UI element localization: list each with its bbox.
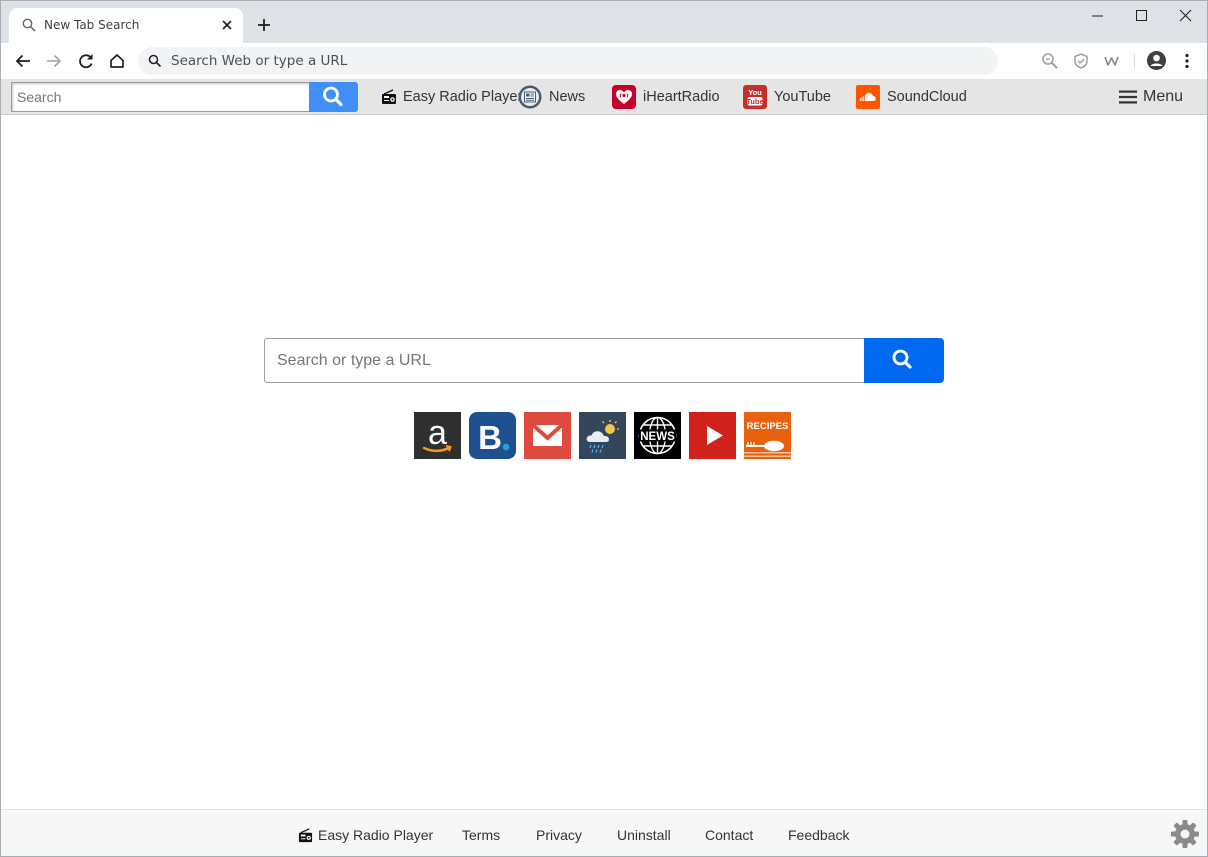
svg-text:You: You — [748, 88, 762, 97]
toolbar-menu-button[interactable]: Menu — [1119, 85, 1183, 109]
settings-gear-icon[interactable] — [1169, 818, 1201, 850]
footer-link-terms[interactable]: Terms — [462, 827, 500, 843]
footer-link-contact[interactable]: Contact — [705, 827, 753, 843]
search-icon — [892, 349, 912, 369]
toolbar-search-box — [11, 82, 310, 112]
toolbar-search-input[interactable] — [12, 83, 309, 111]
browser-window: New Tab Search Search Web or type a URL — [0, 0, 1208, 857]
svg-text:B: B — [478, 419, 502, 456]
toolbar-search-button[interactable] — [309, 82, 358, 112]
tile-weather[interactable] — [579, 412, 626, 459]
mail-icon — [524, 412, 571, 459]
zoom-extension-icon[interactable] — [1041, 52, 1059, 70]
main-search-input[interactable] — [265, 339, 865, 382]
menu-label: Menu — [1143, 88, 1184, 105]
footer-link-feedback[interactable]: Feedback — [788, 827, 849, 843]
tab-strip: New Tab Search — [1, 1, 1207, 43]
toolbar-link-soundcloud[interactable]: SoundCloud — [856, 84, 967, 110]
recipes-tile-text: RECIPES — [747, 421, 789, 432]
forward-arrow-icon[interactable] — [44, 51, 64, 71]
main-search-box — [264, 338, 865, 383]
window-close-icon[interactable] — [1176, 7, 1196, 25]
amazon-icon: a — [414, 412, 461, 459]
hamburger-menu-icon — [1119, 90, 1137, 104]
tab-title: New Tab Search — [44, 18, 140, 32]
booking-icon: B — [469, 412, 516, 459]
recipes-icon: RECIPES — [744, 412, 791, 459]
soundcloud-icon — [856, 85, 880, 109]
extension-toolbar: Easy Radio Player News iHeartRadio YouTu… — [1, 79, 1207, 115]
radio-icon — [298, 827, 313, 842]
radio-icon — [382, 89, 396, 104]
back-arrow-icon[interactable] — [13, 51, 33, 71]
home-icon[interactable] — [107, 51, 127, 71]
tile-gmail[interactable] — [524, 412, 571, 459]
footer: Easy Radio Player Terms Privacy Uninstal… — [1, 809, 1207, 856]
toolbar-link-label: iHeartRadio — [643, 89, 720, 105]
play-icon — [689, 412, 736, 459]
maximize-icon[interactable] — [1132, 7, 1152, 25]
tile-amazon[interactable]: a — [414, 412, 461, 459]
news-tile-text: NEWS — [640, 431, 675, 443]
tile-news[interactable]: NEWS — [634, 412, 681, 459]
tile-booking[interactable]: B — [469, 412, 516, 459]
minimize-icon[interactable] — [1088, 7, 1108, 25]
close-tab-icon[interactable] — [219, 17, 235, 33]
footer-link-uninstall[interactable]: Uninstall — [617, 827, 671, 843]
svg-text:a: a — [428, 414, 447, 452]
search-icon — [323, 86, 343, 107]
footer-link-label: Easy Radio Player — [318, 827, 434, 843]
address-bar-placeholder: Search Web or type a URL — [171, 53, 348, 69]
shield-extension-icon[interactable] — [1072, 52, 1090, 70]
toolbar-link-label: News — [549, 89, 586, 105]
svg-text:Tube: Tube — [746, 97, 763, 106]
w-extension-icon[interactable] — [1103, 52, 1121, 70]
reload-icon[interactable] — [76, 51, 96, 71]
tile-youtube[interactable] — [689, 412, 736, 459]
address-bar[interactable]: Search Web or type a URL — [138, 47, 998, 75]
kebab-menu-icon[interactable] — [1178, 52, 1196, 70]
weather-icon — [579, 412, 626, 459]
toolbar-link-label: YouTube — [774, 89, 831, 105]
toolbar-divider — [1134, 53, 1135, 69]
tab-new-tab-search[interactable]: New Tab Search — [9, 8, 243, 43]
toolbar-link-news[interactable]: News — [518, 84, 585, 110]
iheartradio-icon — [612, 85, 636, 109]
toolbar-link-youtube[interactable]: You Tube YouTube — [743, 84, 831, 110]
toolbar-link-iheartradio[interactable]: iHeartRadio — [612, 84, 720, 110]
footer-link-easy-radio-player[interactable]: Easy Radio Player — [298, 827, 433, 843]
news-icon — [518, 85, 542, 109]
browser-toolbar: Search Web or type a URL — [1, 43, 1207, 79]
profile-avatar-icon[interactable] — [1146, 50, 1167, 71]
globe-news-icon: NEWS — [634, 412, 681, 459]
youtube-icon: YouTube — [743, 85, 767, 109]
main-search-button[interactable] — [864, 338, 944, 383]
search-icon — [22, 18, 36, 32]
tile-recipes[interactable]: RECIPES — [744, 412, 791, 459]
quick-links: a B NEWS RECIPES — [414, 412, 791, 459]
toolbar-link-label: Easy Radio Player — [403, 89, 523, 105]
toolbar-link-easy-radio-player[interactable]: Easy Radio Player — [381, 84, 522, 110]
footer-link-privacy[interactable]: Privacy — [536, 827, 582, 843]
new-tab-plus-icon[interactable] — [255, 16, 273, 34]
toolbar-link-label: SoundCloud — [887, 89, 967, 105]
search-icon — [148, 54, 162, 68]
